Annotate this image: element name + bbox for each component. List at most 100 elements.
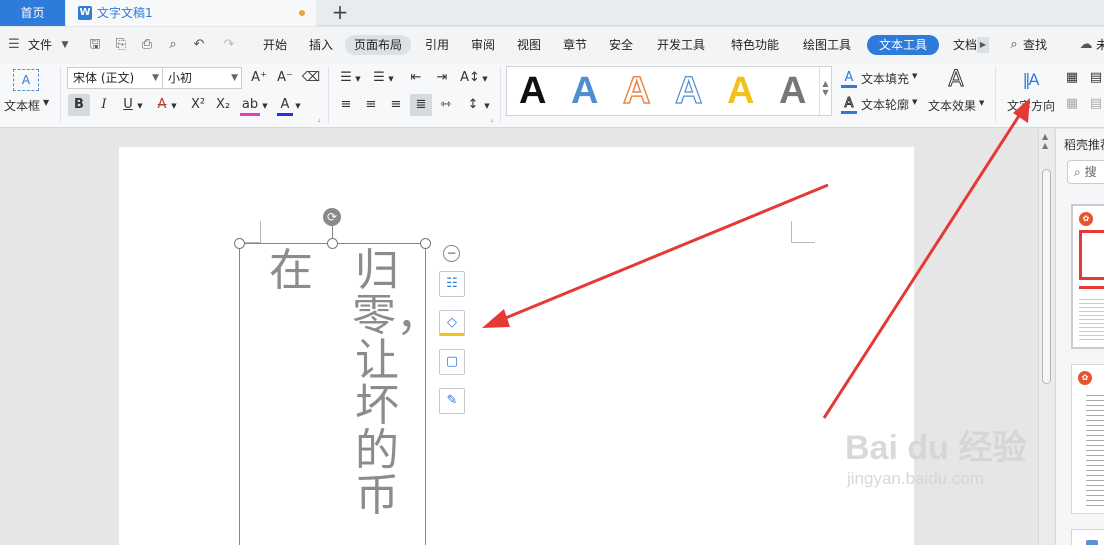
highlight-button[interactable]: ab [240,96,260,116]
menu-text-tools[interactable]: 文本工具 [867,35,939,55]
tab-document[interactable]: W 文字文稿1 [66,0,316,26]
rotate-handle-icon[interactable]: ⟳ [323,208,341,226]
chevron-down-icon[interactable]: ▼ [912,72,917,80]
chevron-down-icon[interactable]: ▼ [293,97,303,115]
distributed-align-icon[interactable]: ⇿ [437,96,455,114]
font-dialog-launcher-icon[interactable]: ⌟ [317,114,321,123]
chevron-down-icon[interactable]: ▼ [979,99,984,107]
create-link-icon[interactable]: ▦ [1064,69,1080,87]
menu-review[interactable]: 审阅 [471,36,495,54]
break-link-icon[interactable]: ▦ [1064,95,1080,113]
hamburger-menu-icon[interactable]: ☰ [6,37,22,53]
superscript-button[interactable]: X² [187,96,209,114]
font-family-select[interactable]: 宋体 (正文) ▼ [67,67,163,89]
menu-start[interactable]: 开始 [263,36,287,54]
align-center-icon[interactable]: ≡ [362,96,380,114]
menu-developer-tools[interactable]: 开发工具 [657,36,705,54]
vertical-scrollbar[interactable]: ▲ ▲ [1038,129,1054,545]
italic-button[interactable]: I [96,96,112,114]
text-spacing-icon[interactable]: A↕ [460,69,480,87]
text-fill-icon[interactable]: A [841,69,857,88]
chevron-down-icon[interactable]: ▼ [57,37,73,53]
undo-icon[interactable]: ↶ [191,37,207,53]
font-color-button[interactable]: A [277,96,293,116]
menu-file[interactable]: 文件 [28,36,52,54]
new-tab-button[interactable]: + [330,0,350,26]
chevron-down-icon[interactable]: ▼ [353,70,363,88]
group-icon[interactable]: ▤ [1088,95,1104,113]
collapse-toolbar-icon[interactable]: − [443,245,460,262]
line-spacing-icon[interactable]: ↕ [464,96,482,114]
print-preview-icon[interactable]: ⌕ [165,37,181,53]
menu-chapter[interactable]: 章节 [563,36,587,54]
resize-handle[interactable] [327,238,338,249]
resize-handle[interactable] [420,238,431,249]
decrease-indent-icon[interactable]: ⇤ [407,69,425,87]
menu-references[interactable]: 引用 [425,36,449,54]
chevron-down-icon[interactable]: ▼ [480,70,490,88]
text-fill-button[interactable]: 文本填充 [861,70,909,87]
styles-gallery-scroll[interactable]: ▲ ▼ [819,67,831,115]
chevron-down-icon[interactable]: ▼ [260,97,270,115]
vertical-text-box[interactable]: 归零，让坏的币 在 [239,243,440,545]
shrink-font-icon[interactable]: A⁻ [275,69,295,87]
text-direction-icon[interactable]: ‖A [1018,68,1042,92]
text-style-sample[interactable]: A [519,69,546,113]
chevron-down-icon[interactable]: ▼ [482,97,492,115]
template-thumbnail[interactable]: ✿ [1071,364,1104,514]
menu-insert[interactable]: 插入 [309,36,333,54]
scroll-up-icon[interactable]: ▲ [1042,141,1048,150]
chevron-down-icon[interactable]: ▼ [386,70,396,88]
text-outline-icon[interactable]: A [841,95,857,114]
redo-icon[interactable]: ↷ [221,37,237,53]
clear-format-icon[interactable]: ⌫ [301,69,321,87]
text-box-label[interactable]: 文本框 [4,97,40,114]
text-style-sample[interactable]: A [622,69,651,113]
align-text-icon[interactable]: ▤ [1088,69,1104,87]
grow-font-icon[interactable]: A⁺ [249,69,269,87]
cloud-icon[interactable]: ☁ [1078,37,1094,53]
text-style-sample[interactable]: A [571,69,598,113]
menu-page-layout[interactable]: 页面布局 [345,35,411,55]
bold-button[interactable]: B [68,94,90,116]
justify-icon[interactable]: ≣ [410,94,432,116]
text-effect-icon[interactable]: A [945,67,967,92]
menu-partial-item[interactable]: 未 [1096,36,1104,54]
save-icon[interactable]: 🖫 [87,37,103,53]
scrollbar-thumb[interactable] [1042,169,1051,384]
template-thumbnail[interactable]: ✿ [1071,204,1104,349]
shape-outline-icon[interactable]: ▢ [439,349,465,375]
menu-special-features[interactable]: 特色功能 [731,36,779,54]
increase-indent-icon[interactable]: ⇥ [433,69,451,87]
align-left-icon[interactable]: ≡ [337,96,355,114]
tab-home[interactable]: 首页 [0,0,65,26]
chevron-down-icon[interactable]: ▼ [169,97,179,115]
text-style-sample[interactable]: A [779,69,806,113]
search-icon[interactable]: ⌕ [1006,37,1022,53]
export-pdf-icon[interactable]: ⎘ [113,37,129,53]
side-search-input[interactable]: ⌕ 搜 [1067,160,1104,184]
menu-document[interactable]: 文档 [953,36,977,54]
print-icon[interactable]: ⎙ [139,37,155,53]
resize-handle[interactable] [234,238,245,249]
text-style-sample[interactable]: A [674,69,703,113]
chevron-down-icon[interactable]: ▼ [135,97,145,115]
paragraph-dialog-launcher-icon[interactable]: ⌟ [490,114,494,123]
chevron-down-icon[interactable]: ▼ [820,88,831,97]
menu-scroll-right-icon[interactable]: ▶ [977,37,989,53]
menu-search[interactable]: 查找 [1023,36,1047,54]
format-painter-icon[interactable]: ✎ [439,388,465,414]
text-outline-button[interactable]: 文本轮廓 [861,96,909,113]
menu-drawing-tools[interactable]: 绘图工具 [803,36,851,54]
strikethrough-button[interactable]: A [154,96,170,114]
shape-fill-icon[interactable]: ◇ [439,310,465,336]
text-direction-button[interactable]: 文字方向 [1007,97,1055,114]
chevron-down-icon[interactable]: ▼ [912,98,917,106]
text-style-sample[interactable]: A [727,69,754,113]
text-box-icon[interactable]: A [13,69,39,91]
text-box-dropdown-icon[interactable]: ▼ [43,98,49,107]
chevron-up-icon[interactable]: ▲ [820,79,831,88]
text-effect-button[interactable]: 文本效果 [928,97,976,114]
subscript-button[interactable]: X₂ [212,96,234,114]
align-right-icon[interactable]: ≡ [387,96,405,114]
